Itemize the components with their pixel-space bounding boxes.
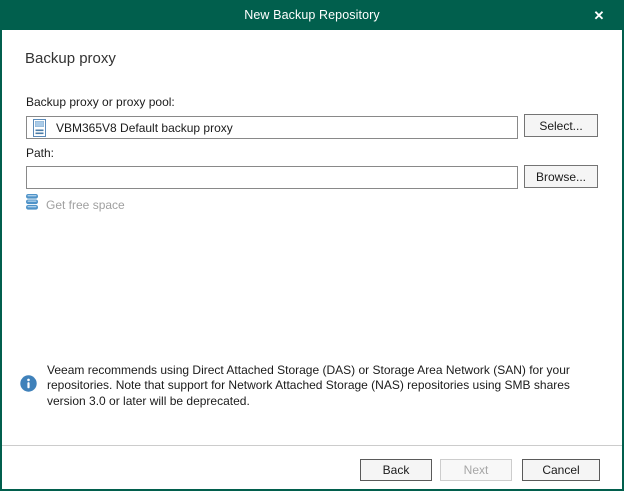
- close-icon: ✕: [594, 8, 605, 23]
- info-text: Veeam recommends using Direct Attached S…: [47, 363, 597, 409]
- new-backup-repository-dialog: New Backup Repository ✕ Backup proxy Bac…: [0, 0, 624, 491]
- next-button[interactable]: Next: [440, 459, 512, 481]
- browse-button[interactable]: Browse...: [524, 165, 598, 188]
- path-label: Path:: [26, 146, 54, 160]
- proxy-value: VBM365V8 Default backup proxy: [56, 121, 233, 135]
- back-button[interactable]: Back: [360, 459, 432, 481]
- proxy-label: Backup proxy or proxy pool:: [26, 95, 175, 109]
- footer-divider: [2, 445, 622, 446]
- proxy-server-icon: [33, 119, 46, 137]
- titlebar: New Backup Repository ✕: [2, 2, 622, 30]
- database-icon: [26, 194, 38, 215]
- window-title: New Backup Repository: [2, 2, 622, 29]
- cancel-button[interactable]: Cancel: [522, 459, 600, 481]
- path-input[interactable]: [26, 166, 518, 189]
- get-free-space-link[interactable]: Get free space: [26, 194, 125, 215]
- select-button[interactable]: Select...: [524, 114, 598, 137]
- get-free-space-label: Get free space: [46, 198, 125, 212]
- close-button[interactable]: ✕: [582, 2, 616, 30]
- page-title: Backup proxy: [25, 50, 116, 67]
- info-icon: [20, 375, 37, 392]
- proxy-input[interactable]: VBM365V8 Default backup proxy: [26, 116, 518, 139]
